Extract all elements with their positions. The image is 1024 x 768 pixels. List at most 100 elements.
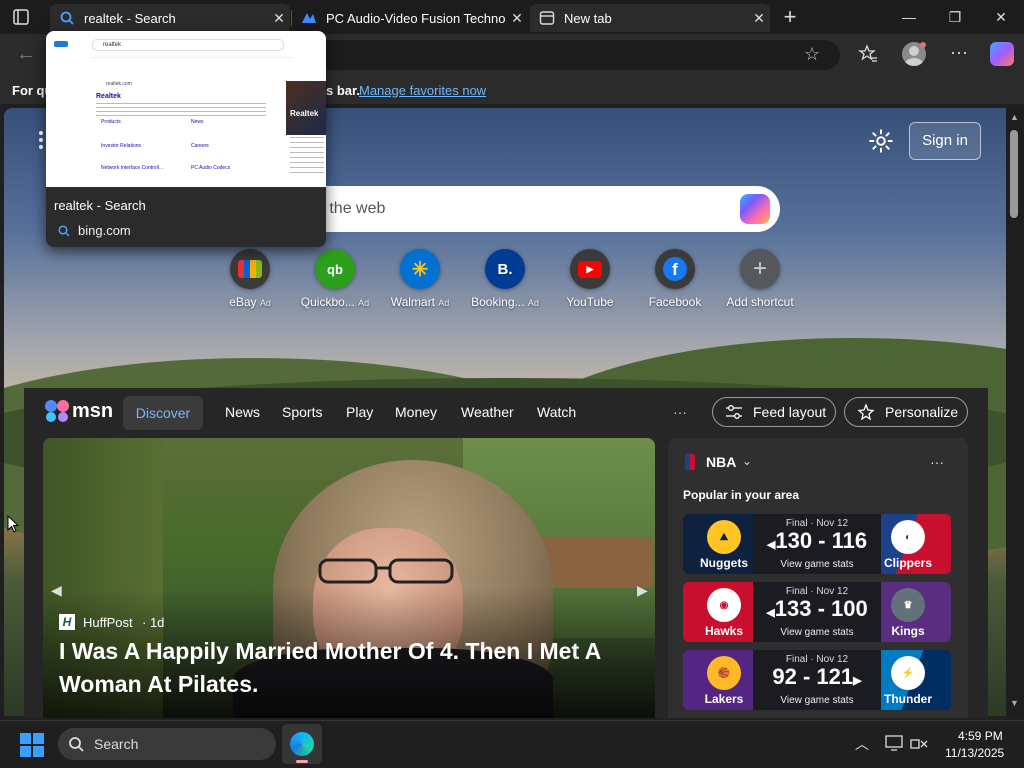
quick-link-quickbooks[interactable]: qb Quickbo... Ad — [295, 249, 375, 309]
game-nuggets-clippers[interactable]: Final · Nov 12 ◀130 - 116 View game stat… — [683, 514, 951, 574]
nba-more-icon[interactable]: ··· — [930, 454, 944, 470]
game-stats-link[interactable]: View game stats — [753, 695, 881, 706]
nav-discover[interactable]: Discover — [123, 396, 203, 430]
team-name: Clippers — [883, 556, 932, 570]
taskbar-search-box[interactable]: Search — [58, 728, 276, 760]
plus-icon: + — [740, 249, 780, 289]
clock-time[interactable]: 4:59 PM — [958, 729, 1003, 743]
close-icon[interactable]: ✕ — [268, 10, 290, 27]
hawks-logo-icon: ◉ — [707, 588, 741, 622]
chevron-up-icon[interactable]: ︿ — [855, 734, 869, 754]
msn-logo-text: msn — [72, 399, 114, 422]
winner-arrow-icon: ▶ — [853, 675, 862, 687]
quick-link-facebook[interactable]: f Facebook — [635, 249, 715, 309]
menu-dots-icon[interactable] — [38, 130, 44, 150]
thumb-query: realtek — [103, 42, 122, 48]
edge-icon — [290, 732, 314, 756]
nba-title[interactable]: NBA — [706, 454, 736, 470]
nav-sports[interactable]: Sports — [282, 404, 322, 422]
thumb-link: News — [191, 119, 204, 125]
game-stats-link[interactable]: View game stats — [753, 627, 881, 638]
chevron-down-icon[interactable]: ⌄ — [742, 454, 752, 468]
thumb-link: Investor Relations — [101, 143, 142, 149]
nav-news[interactable]: News — [225, 404, 260, 422]
facebook-icon: f — [655, 249, 695, 289]
scroll-up-arrow-icon[interactable]: ▲ — [1010, 112, 1019, 122]
clock-date[interactable]: 11/13/2025 — [945, 746, 1004, 760]
nav-label: Money — [395, 404, 438, 420]
edge-taskbar-button[interactable] — [282, 724, 322, 764]
settings-gear-icon[interactable] — [868, 128, 894, 154]
quick-link-youtube[interactable]: ▶ YouTube — [550, 249, 630, 309]
thumb-link: Network Interface Controll... — [101, 165, 163, 171]
thumb-desc — [96, 103, 266, 117]
page-scrollbar[interactable]: ▲ ▼ — [1006, 108, 1024, 716]
preview-domain: bing.com — [78, 223, 131, 238]
thumb-link: Careers — [191, 143, 209, 149]
nav-watch[interactable]: Watch — [537, 404, 576, 422]
new-tab-icon — [538, 9, 556, 27]
tab-hover-preview[interactable]: realtek realtek.com Realtek Products New… — [46, 31, 326, 247]
tab-realtek-search[interactable]: realtek - Search ✕ — [50, 4, 290, 32]
game-stats-link[interactable]: View game stats — [753, 559, 881, 570]
more-options-icon[interactable]: ··· — [950, 42, 972, 66]
copilot-icon[interactable] — [990, 42, 1014, 66]
tab-pc-audio-video[interactable]: PC Audio-Video Fusion Technolo ✕ — [292, 4, 528, 32]
nav-money[interactable]: Money — [395, 404, 437, 422]
lakers-logo-icon: 🏀 — [707, 656, 741, 690]
web-search-box[interactable]: n the web — [316, 186, 780, 232]
feed-layout-button[interactable]: Feed layout — [712, 397, 836, 427]
msn-logo[interactable]: msn — [44, 398, 113, 424]
tab-new-tab[interactable]: New tab ✕ — [530, 4, 770, 32]
close-window-button[interactable]: ✕ — [978, 0, 1024, 34]
nav-label: Sports — [282, 404, 323, 420]
quick-link-ebay[interactable]: eBay Ad — [210, 249, 290, 309]
favorites-icon[interactable] — [858, 44, 880, 66]
sparkle-star-icon — [857, 403, 875, 421]
ad-badge: Ad — [527, 298, 539, 308]
ad-badge: Ad — [259, 298, 271, 308]
restore-button[interactable]: ❐ — [932, 0, 978, 34]
personalize-button[interactable]: Personalize — [844, 397, 968, 427]
tab-actions-icon[interactable] — [12, 8, 30, 26]
team-name: Hawks — [704, 624, 744, 638]
quick-link-walmart[interactable]: ✳ Walmart Ad — [380, 249, 460, 309]
article-headline-line2[interactable]: Woman At Pilates. — [59, 671, 258, 698]
carousel-prev-icon[interactable]: ◀ — [51, 582, 62, 599]
game-score: ◀130 - 116 — [753, 528, 881, 554]
quick-link-label: Quickbo... — [300, 295, 355, 309]
minimize-button[interactable]: — — [886, 0, 932, 34]
thumb-link: Products — [101, 119, 121, 125]
display-icon[interactable] — [885, 735, 903, 751]
search-icon — [58, 224, 70, 237]
sign-in-button[interactable]: Sign in — [909, 122, 981, 160]
nav-play[interactable]: Play — [346, 404, 373, 422]
quick-link-label: Facebook — [648, 295, 702, 309]
address-bar[interactable] — [316, 40, 840, 70]
network-muted-icon[interactable] — [910, 735, 928, 751]
new-tab-button[interactable]: + — [778, 5, 802, 29]
scroll-down-arrow-icon[interactable]: ▼ — [1010, 698, 1019, 708]
game-hawks-kings[interactable]: Final · Nov 12 ◀133 - 100 View game stat… — [683, 582, 951, 642]
close-icon[interactable]: ✕ — [748, 10, 770, 27]
manage-favorites-link[interactable]: Manage favorites now — [359, 83, 486, 98]
tab-label: realtek - Search — [84, 10, 176, 26]
favorite-star-icon[interactable]: ☆ — [804, 44, 826, 66]
more-nav-icon[interactable]: ··· — [673, 404, 687, 422]
hero-article-card[interactable]: ◀ ▶ H HuffPost · 1d I Was A Happily Marr… — [43, 438, 655, 718]
close-icon[interactable]: ✕ — [506, 10, 528, 27]
mouse-cursor-icon — [7, 514, 20, 538]
add-shortcut-button[interactable]: + Add shortcut — [720, 249, 800, 309]
ad-badge: Ad — [358, 298, 370, 308]
nav-weather[interactable]: Weather — [461, 404, 514, 422]
game-lakers-thunder[interactable]: Final · Nov 12 92 - 121▶ View game stats… — [683, 650, 951, 710]
quick-link-booking[interactable]: B. Booking... Ad — [465, 249, 545, 309]
thumb-side-image — [286, 81, 326, 135]
back-button[interactable]: ← — [16, 42, 40, 66]
carousel-next-icon[interactable]: ▶ — [637, 582, 648, 599]
scrollbar-thumb[interactable] — [1010, 130, 1018, 218]
windows-start-icon[interactable] — [20, 733, 44, 757]
article-headline-line1[interactable]: I Was A Happily Married Mother Of 4. The… — [59, 638, 601, 665]
thumb-side-title: Realtek — [290, 109, 319, 118]
copilot-search-icon[interactable] — [740, 194, 770, 224]
